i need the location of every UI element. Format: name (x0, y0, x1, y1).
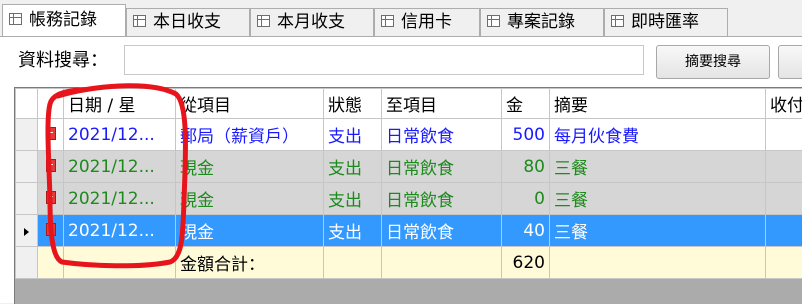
cell-payment[interactable] (766, 183, 802, 215)
cell-amount[interactable]: 500 (502, 119, 550, 151)
column-header-date[interactable]: 日期 / 星 (64, 89, 176, 119)
column-header-icon[interactable] (38, 89, 64, 119)
cell-status[interactable]: 支出 (324, 151, 382, 183)
column-header-from[interactable]: 從項目 (176, 89, 324, 119)
column-header-amount[interactable]: 金 (502, 89, 550, 119)
row-header[interactable] (16, 119, 38, 151)
cell-amount[interactable]: 80 (502, 151, 550, 183)
total-row: 金額合計： 620 (16, 247, 802, 279)
tab-label: 即時匯率 (631, 12, 699, 32)
cell-to[interactable]: 日常飲食 (382, 183, 502, 215)
table-row[interactable]: 2021/12... 現金 支出 日常飲食 0 三餐 (16, 183, 802, 215)
table-icon (133, 15, 146, 27)
document-icon (46, 159, 56, 172)
document-icon (46, 223, 56, 236)
table-icon (611, 15, 624, 27)
cell-from[interactable]: 現金 (176, 151, 324, 183)
column-header-payment[interactable]: 收付 (766, 89, 802, 119)
cell-to[interactable]: 日常飲食 (382, 119, 502, 151)
cell-date[interactable]: 2021/12... (64, 119, 176, 151)
tab-label: 信用卡 (401, 12, 452, 32)
column-header-status[interactable]: 狀態 (324, 89, 382, 119)
cell-from[interactable]: 現金 (176, 215, 324, 247)
cell-status[interactable]: 支出 (324, 215, 382, 247)
cell-summary[interactable]: 三餐 (550, 151, 766, 183)
table-row[interactable]: 2021/12... 郵局（薪資戶） 支出 日常飲食 500 每月伙食費 (16, 119, 802, 151)
current-row-arrow-icon (24, 228, 29, 236)
tab-monthly[interactable]: 本月收支 (250, 8, 374, 36)
total-label: 金額合計： (176, 247, 324, 279)
table-icon (9, 13, 22, 25)
search-input[interactable] (124, 45, 644, 75)
cell-payment[interactable] (766, 215, 802, 247)
extra-button[interactable] (778, 45, 802, 79)
cell-to[interactable]: 日常飲食 (382, 151, 502, 183)
ledger-grid: 日期 / 星 從項目 狀態 至項目 金 摘要 收付 2021/12... 郵局（… (14, 87, 802, 304)
document-icon (46, 127, 56, 140)
search-label: 資料搜尋： (18, 47, 108, 75)
tab-label: 本月收支 (277, 12, 345, 32)
tab-credit-card[interactable]: 信用卡 (374, 8, 480, 36)
tab-strip: 帳務記錄 本日收支 本月收支 信用卡 專案記錄 即時匯率 (0, 0, 802, 36)
cell-amount[interactable]: 0 (502, 183, 550, 215)
tab-projects[interactable]: 專案記錄 (480, 8, 604, 36)
tab-ledger[interactable]: 帳務記錄 (2, 4, 126, 36)
cell-from[interactable]: 郵局（薪資戶） (176, 119, 324, 151)
cell-summary[interactable]: 每月伙食費 (550, 119, 766, 151)
table-icon (487, 15, 500, 27)
row-header[interactable] (16, 183, 38, 215)
cell-payment[interactable] (766, 151, 802, 183)
tab-daily[interactable]: 本日收支 (126, 8, 250, 36)
summary-search-button[interactable]: 摘要搜尋 (656, 45, 770, 79)
cell-status[interactable]: 支出 (324, 183, 382, 215)
document-icon (46, 191, 56, 204)
row-header-corner (16, 89, 38, 119)
table-icon (257, 15, 270, 27)
cell-date[interactable]: 2021/12... (64, 183, 176, 215)
cell-from[interactable]: 現金 (176, 183, 324, 215)
tab-label: 本日收支 (153, 12, 221, 32)
column-header-summary[interactable]: 摘要 (550, 89, 766, 119)
tab-exchange-rate[interactable]: 即時匯率 (604, 8, 728, 36)
row-header[interactable] (16, 215, 38, 247)
cell-to[interactable]: 日常飲食 (382, 215, 502, 247)
table-row[interactable]: 2021/12... 現金 支出 日常飲食 80 三餐 (16, 151, 802, 183)
cell-date[interactable]: 2021/12... (64, 151, 176, 183)
cell-summary[interactable]: 三餐 (550, 183, 766, 215)
column-header-to[interactable]: 至項目 (382, 89, 502, 119)
row-header[interactable] (16, 151, 38, 183)
cell-date[interactable]: 2021/12... (64, 215, 176, 247)
tab-label: 帳務記錄 (29, 10, 97, 30)
total-amount: 620 (502, 247, 550, 279)
table-row-selected[interactable]: 2021/12... 現金 支出 日常飲食 40 三餐 (16, 215, 802, 247)
cell-payment[interactable] (766, 119, 802, 151)
header-row: 日期 / 星 從項目 狀態 至項目 金 摘要 收付 (16, 89, 802, 119)
ledger-panel: 資料搜尋： 摘要搜尋 日期 / 星 從項目 狀態 至項目 金 摘要 收付 (0, 36, 802, 303)
cell-summary[interactable]: 三餐 (550, 215, 766, 247)
cell-status[interactable]: 支出 (324, 119, 382, 151)
tab-label: 專案記錄 (507, 12, 575, 32)
row-header (16, 247, 38, 279)
table-icon (381, 15, 394, 27)
cell-amount[interactable]: 40 (502, 215, 550, 247)
